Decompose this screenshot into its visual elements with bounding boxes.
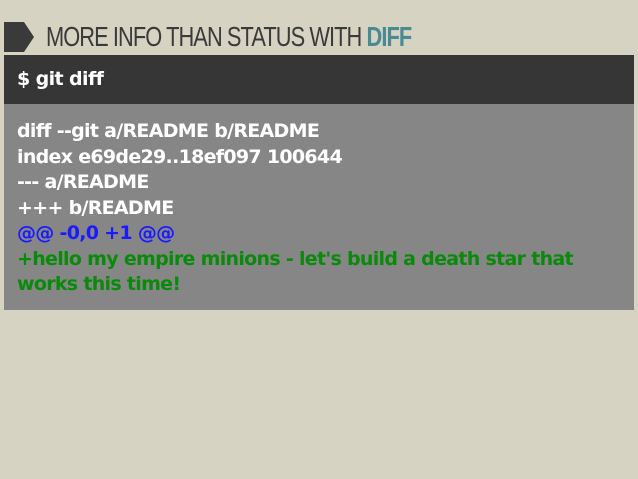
terminal-output-panel: diff --git a/README b/README index e69de… (4, 104, 634, 310)
slide-title-accent: DIFF (366, 21, 413, 52)
diff-hunk-header: @@ -0,0 +1 @@ (17, 222, 175, 244)
diff-index-line: index e69de29..18ef097 100644 (17, 145, 343, 168)
diff-added-line: +hello my empire minions - let's build a… (17, 247, 574, 296)
slide-title-bar: MORE INFO THAN STATUS WITH DIFF (0, 18, 638, 56)
chevron-arrow-icon (4, 22, 34, 52)
slide-title-main: MORE INFO THAN STATUS WITH (46, 21, 367, 52)
diff-new-file-line: +++ b/README (17, 196, 174, 219)
diff-old-file-line: --- a/README (17, 171, 149, 193)
terminal-command: $ git diff (17, 68, 104, 90)
terminal-command-bar: $ git diff (4, 55, 634, 104)
slide-title: MORE INFO THAN STATUS WITH DIFF (46, 18, 413, 56)
diff-header-line: diff --git a/README b/README (17, 120, 320, 142)
terminal-output: diff --git a/README b/README index e69de… (17, 119, 629, 298)
